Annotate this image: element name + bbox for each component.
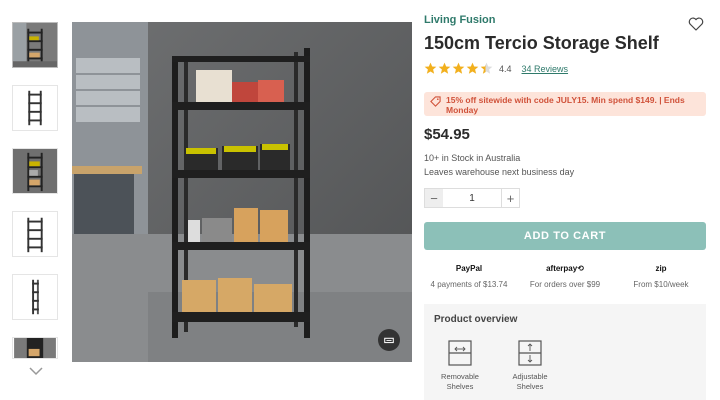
feature-label: Adjustable Shelves <box>512 372 548 391</box>
product-overview: Product overview Removable Shelves Adjus… <box>424 304 706 400</box>
thumbnail-3[interactable] <box>12 148 58 194</box>
stock-status: 10+ in Stock in Australia <box>424 153 521 163</box>
plus-icon: + <box>506 190 515 206</box>
overview-heading: Product overview <box>434 314 518 325</box>
quantity-stepper: − 1 + <box>424 188 520 208</box>
add-to-cart-button[interactable]: ADD TO CART <box>424 222 706 250</box>
star-icon <box>438 62 451 74</box>
view-in-room-icon <box>384 337 394 344</box>
main-product-image[interactable] <box>72 22 412 362</box>
star-icon <box>452 62 465 74</box>
thumbnail-5[interactable] <box>12 274 58 320</box>
afterpay-logo: afterpay⟲ <box>546 264 584 273</box>
rating-value: 4.4 <box>499 63 512 74</box>
payment-option-afterpay[interactable]: afterpay⟲ For orders over $99 <box>518 264 612 289</box>
promo-text: 15% off sitewide with code JULY15. Min s… <box>446 95 685 115</box>
adjustable-shelves-icon <box>515 338 545 368</box>
star-icon <box>466 62 479 74</box>
product-title: 150cm Tercio Storage Shelf <box>424 33 659 53</box>
thumbnail-6[interactable] <box>12 337 58 359</box>
thumbnail-4[interactable] <box>12 211 58 257</box>
decrease-quantity-button[interactable]: − <box>425 189 443 207</box>
feature-label: Removable Shelves <box>441 372 479 391</box>
reviews-link[interactable]: 34 Reviews <box>522 64 569 74</box>
brand-link[interactable]: Living Fusion <box>424 14 708 26</box>
heart-icon[interactable] <box>688 16 704 32</box>
shipping-info: Leaves warehouse next business day <box>424 167 575 177</box>
star-icon <box>480 62 493 74</box>
feature-removable-shelves: Removable Shelves <box>430 338 490 392</box>
thumbnail-list <box>12 22 60 365</box>
payment-subtext: From $10/week <box>633 280 689 289</box>
feature-adjustable-shelves: Adjustable Shelves <box>500 338 560 392</box>
zip-logo: zip <box>655 264 667 273</box>
thumbnail-2[interactable] <box>12 85 58 131</box>
payment-option-zip[interactable]: zip From $10/week <box>614 264 708 289</box>
minus-icon: − <box>430 190 438 206</box>
removable-shelves-icon <box>445 338 475 368</box>
payment-option-paypal[interactable]: PayPal 4 payments of $13.74 <box>422 264 516 289</box>
thumbnail-1[interactable] <box>12 22 58 68</box>
tag-icon <box>430 96 441 107</box>
paypal-logo: PayPal <box>455 264 483 273</box>
payment-subtext: 4 payments of $13.74 <box>430 280 508 289</box>
increase-quantity-button[interactable]: + <box>501 189 519 207</box>
star-icon <box>424 62 437 74</box>
payment-subtext: For orders over $99 <box>529 280 601 289</box>
star-rating <box>424 62 493 75</box>
ar-view-button[interactable] <box>378 329 400 351</box>
promo-banner: 15% off sitewide with code JULY15. Min s… <box>424 92 706 116</box>
quantity-input[interactable]: 1 <box>443 193 501 204</box>
price: $54.95 <box>424 126 470 143</box>
product-info-panel: Living Fusion <box>424 14 708 26</box>
chevron-down-icon[interactable] <box>27 364 45 378</box>
rating-summary: 4.4 34 Reviews <box>424 62 568 75</box>
